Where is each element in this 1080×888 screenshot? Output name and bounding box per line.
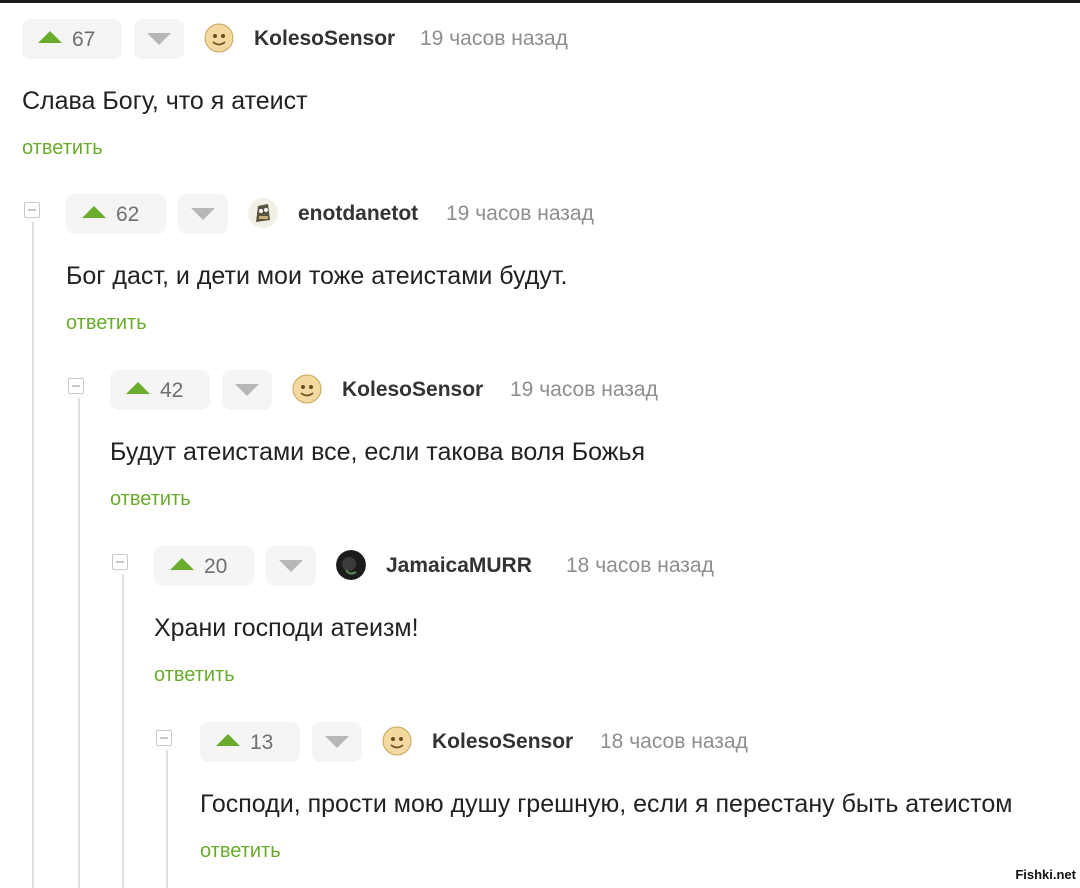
vote-count: 20 [204, 555, 228, 578]
thread-line [78, 398, 80, 888]
reply-link[interactable]: ответить [22, 137, 103, 160]
downvote-icon [279, 560, 303, 572]
comment-text: Будут атеистами все, если такова воля Бо… [110, 438, 646, 466]
reply-link[interactable]: ответить [110, 488, 191, 511]
upvote-icon [170, 558, 194, 570]
thread-line [166, 750, 168, 888]
upvote-button[interactable]: 13 [200, 722, 300, 762]
username[interactable]: JamaicaMURR [386, 554, 532, 578]
raccoon-avatar[interactable] [248, 198, 278, 228]
emoji-avatar[interactable] [292, 374, 322, 404]
comment-text: Бог даст, и дети мои тоже атеистами буду… [66, 262, 568, 290]
collapse-toggle[interactable] [68, 378, 84, 394]
downvote-icon [325, 736, 349, 748]
username[interactable]: enotdanetot [298, 202, 418, 226]
vote-count: 42 [160, 379, 184, 402]
upvote-icon [126, 382, 150, 394]
comment: 62 enotdanetot 19 часов назад Бог даст, … [66, 192, 1066, 334]
timestamp: 19 часов назад [420, 27, 568, 50]
comment: 13 KolesoSensor 18 часов назад Господи, … [200, 720, 1076, 862]
upvote-button[interactable]: 62 [66, 194, 166, 234]
thread-line [32, 222, 34, 888]
downvote-button[interactable] [222, 370, 272, 410]
reply-link[interactable]: ответить [66, 312, 147, 335]
comment-text: Храни господи атеизм! [154, 614, 419, 642]
emoji-avatar[interactable] [204, 23, 234, 53]
comment-text: Господи, прости мою душу грешную, если я… [200, 790, 1013, 818]
username[interactable]: KolesoSensor [432, 730, 573, 754]
upvote-icon [82, 206, 106, 218]
username[interactable]: KolesoSensor [254, 27, 395, 51]
emoji-avatar[interactable] [382, 726, 412, 756]
comment: 20 JamaicaMURR 18 часов назад Храни госп… [154, 544, 1074, 686]
collapse-toggle[interactable] [24, 202, 40, 218]
timestamp: 18 часов назад [600, 730, 748, 753]
upvote-button[interactable]: 67 [22, 19, 122, 59]
top-border [0, 0, 1080, 3]
collapse-toggle[interactable] [112, 554, 128, 570]
downvote-icon [235, 384, 259, 396]
vote-count: 67 [72, 28, 96, 51]
timestamp: 19 часов назад [446, 202, 594, 225]
downvote-button[interactable] [266, 546, 316, 586]
downvote-button[interactable] [178, 194, 228, 234]
comment: 67 KolesoSensor 19 часов назад Слава Бог… [22, 17, 1022, 159]
timestamp: 18 часов назад [566, 554, 714, 577]
username[interactable]: KolesoSensor [342, 378, 483, 402]
upvote-button[interactable]: 20 [154, 546, 254, 586]
reply-link[interactable]: ответить [200, 840, 281, 863]
upvote-icon [216, 734, 240, 746]
vote-count: 13 [250, 731, 274, 754]
comment-text: Слава Богу, что я атеист [22, 87, 308, 115]
thread-line [122, 574, 124, 888]
downvote-button[interactable] [134, 19, 184, 59]
upvote-icon [38, 31, 62, 43]
comment: 42 KolesoSensor 19 часов назад Будут ате… [110, 368, 1070, 510]
downvote-icon [147, 33, 171, 45]
timestamp: 19 часов назад [510, 378, 658, 401]
reply-link[interactable]: ответить [154, 664, 235, 687]
watermark: Fishki.net [1015, 867, 1076, 882]
vote-count: 62 [116, 203, 140, 226]
downvote-icon [191, 208, 215, 220]
downvote-button[interactable] [312, 722, 362, 762]
upvote-button[interactable]: 42 [110, 370, 210, 410]
collapse-toggle[interactable] [156, 730, 172, 746]
dark-avatar[interactable] [336, 550, 366, 580]
